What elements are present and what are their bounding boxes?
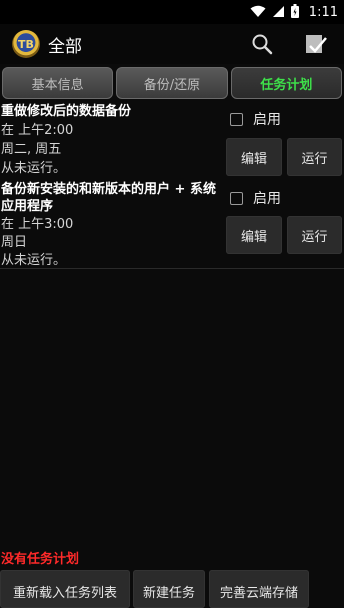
run-button[interactable]: 运行 [287,216,342,254]
status-bar: 1:11 [0,0,344,24]
bottom-bar: 重新载入任务列表 新建任务 完善云端存储 [0,570,344,608]
tab-schedules[interactable]: 任务计划 [230,67,342,99]
schedule-days: 周日 [1,235,28,250]
schedule-name-line1: 备份新安装的和新版本的用户 + 系统 [1,182,216,197]
enable-checkbox[interactable] [230,112,243,126]
schedule-days: 周二, 周五 [1,142,62,157]
list-divider [0,268,344,269]
tab-backup-restore[interactable]: 备份/还原 [116,67,228,99]
enable-checkbox[interactable] [230,191,243,205]
app-bar: TB 全部 [0,24,344,64]
wifi-icon [250,3,266,22]
schedule-name: 重做修改后的数据备份 [1,104,132,119]
battery-icon [290,3,299,22]
enable-toggle[interactable]: 启用 [230,188,281,208]
run-button[interactable]: 运行 [287,138,342,176]
reload-tasks-button[interactable]: 重新载入任务列表 [0,570,130,608]
schedule-time: 在 上午3:00 [1,217,74,232]
tab-bar: 基本信息 备份/还原 任务计划 [0,67,344,101]
search-icon[interactable] [251,33,273,59]
edit-button[interactable]: 编辑 [226,216,282,254]
tab-basic-info[interactable]: 基本信息 [2,67,114,99]
schedule-last-run: 从未运行。 [1,161,67,176]
no-schedule-status: 没有任务计划 [1,552,80,567]
cloud-storage-button[interactable]: 完善云端存储 [209,570,309,608]
enable-label: 启用 [253,112,281,128]
schedule-name-line2: 应用程序 [1,199,54,214]
batch-check-icon[interactable] [304,32,328,60]
app-logo-text: TB [18,37,34,51]
signal-icon [272,3,285,22]
enable-toggle[interactable]: 启用 [230,109,281,129]
status-time: 1:11 [308,4,338,20]
new-task-button[interactable]: 新建任务 [133,570,205,608]
app-logo: TB [12,30,40,58]
app-title[interactable]: 全部 [48,32,82,57]
enable-label: 启用 [253,191,281,207]
schedule-time: 在 上午2:00 [1,123,74,138]
edit-button[interactable]: 编辑 [226,138,282,176]
